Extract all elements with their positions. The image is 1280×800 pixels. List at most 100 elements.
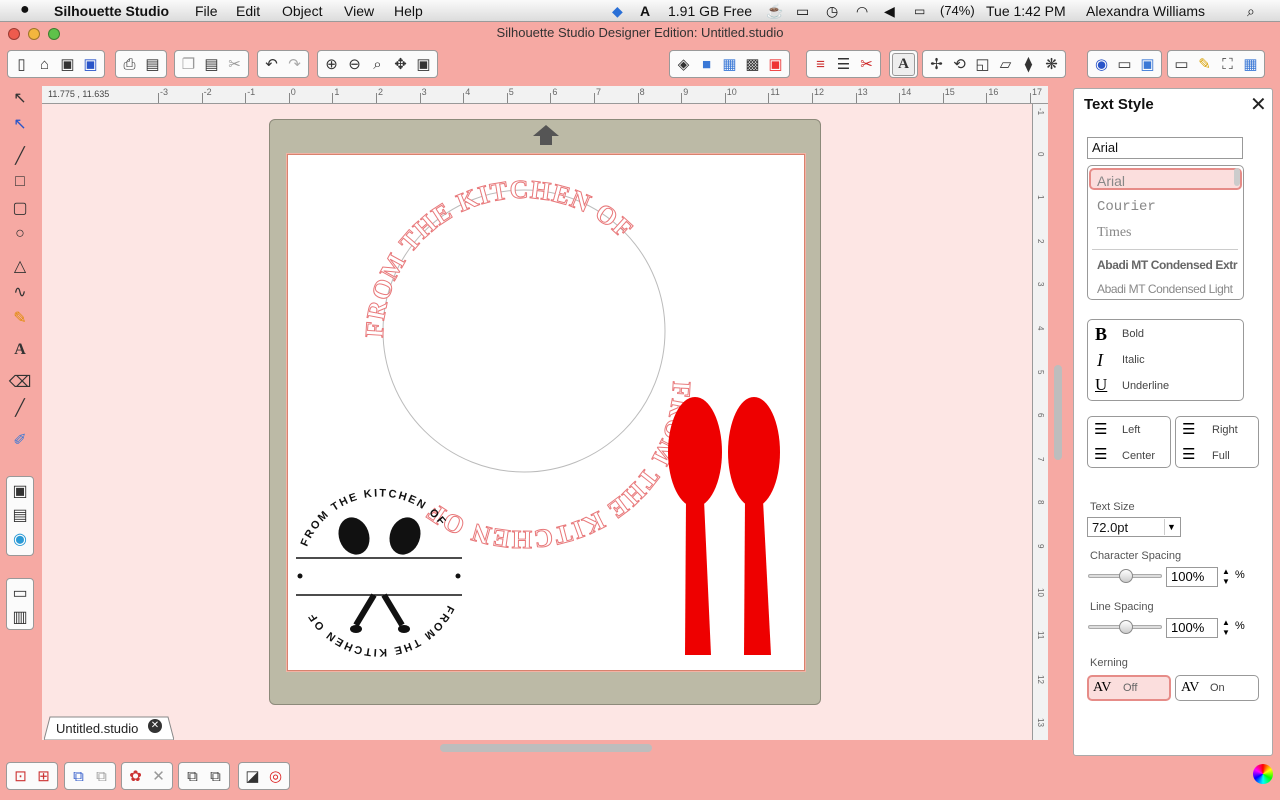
send-to-back-icon[interactable]: ⧉ [204,765,227,788]
menu-user[interactable]: Alexandra Williams [1086,3,1205,19]
horizontal-scrollbar[interactable] [440,744,652,752]
knife-tool-icon[interactable]: ╱ [7,396,33,420]
ellipse-tool-icon[interactable]: ○ [7,222,33,246]
send-to-cutter-icon[interactable]: ▤ [141,53,164,76]
fill-pattern-icon[interactable]: ▦ [718,53,741,76]
select-tool-icon[interactable]: ↖ [7,86,33,110]
coffee-icon[interactable]: ☕ [766,3,783,20]
zoom-out-icon[interactable]: ⊖ [343,53,366,76]
eyedropper-tool-icon[interactable]: ✐ [7,428,33,452]
library-icon[interactable]: ▤ [7,503,33,527]
release-compound-path-icon[interactable]: ⧉ [90,765,113,788]
mirror-icon[interactable]: ⧫ [1017,53,1040,76]
zoom-window-icon[interactable] [48,28,60,40]
online-store-icon[interactable]: ◉ [7,527,33,551]
zoom-select-icon[interactable]: ⌕ [366,53,389,76]
align-center-button[interactable]: Center [1122,450,1155,462]
undo-icon[interactable]: ↶ [260,53,283,76]
grid-icon[interactable]: ▦ [1239,53,1262,76]
font-item-courier[interactable]: Courier [1097,199,1156,215]
line-spacing-slider[interactable] [1088,620,1162,634]
line-weight-icon[interactable]: ☰ [832,53,855,76]
cut-settings-icon[interactable]: ✂ [855,53,878,76]
volume-icon[interactable]: ◀ [884,3,895,20]
curve-tool-icon[interactable]: ∿ [7,280,33,304]
shear-icon[interactable]: ▱ [994,53,1017,76]
bring-to-front-icon[interactable]: ⧉ [181,765,204,788]
offset-icon[interactable]: ▭ [1113,53,1136,76]
print-icon[interactable]: ⎙ [118,53,141,76]
ungroup-icon[interactable]: ⊞ [32,765,55,788]
rectangle-tool-icon[interactable]: □ [7,170,33,194]
font-item-abadi-extra[interactable]: Abadi MT Condensed Extr [1097,258,1238,272]
move-icon[interactable]: ✢ [925,53,948,76]
kerning-on-button[interactable]: AV On [1175,675,1259,701]
wifi-icon[interactable]: ◠ [856,3,868,20]
cut-mat-view-icon[interactable]: ▣ [7,479,33,503]
redo-icon[interactable]: ↷ [283,53,306,76]
rotate-icon[interactable]: ⟲ [948,53,971,76]
rounded-rectangle-tool-icon[interactable]: ▢ [7,196,33,220]
single-view-icon[interactable]: ▭ [7,581,33,605]
line-style-icon[interactable]: ▩ [741,53,764,76]
save-icon[interactable]: ▣ [56,53,79,76]
menu-clock[interactable]: Tue 1:42 PM [986,3,1066,19]
free-memory-text[interactable]: 1.91 GB Free [668,3,752,19]
dropbox-icon[interactable]: ◆ [612,3,623,20]
minimize-window-icon[interactable] [28,28,40,40]
menu-object[interactable]: Object [282,3,322,19]
document-tab[interactable]: Untitled.studio ✕ [44,716,174,740]
split-view-icon[interactable]: ▥ [7,605,33,629]
arc-text-top[interactable]: FROM THE KITCHEN OF [359,174,639,339]
line-spacing-stepper-icon[interactable]: ▲ ▼ [1222,618,1230,638]
new-document-icon[interactable]: ▯ [10,53,33,76]
character-spacing-slider-knob[interactable] [1119,569,1133,583]
font-menu-icon[interactable]: A [640,3,650,19]
layers-icon[interactable]: ▣ [1136,53,1159,76]
line-color-icon[interactable]: ▣ [764,53,787,76]
paste-icon[interactable]: ▤ [200,53,223,76]
pan-icon[interactable]: ✥ [389,53,412,76]
kitchen-emblem[interactable]: FROM THE KITCHEN OF FROM THE KITCHEN OF [296,487,462,658]
menu-edit[interactable]: Edit [236,3,260,19]
text-style-icon[interactable]: A [892,52,915,76]
freehand-tool-icon[interactable]: ✎ [7,306,33,330]
line-spacing-input[interactable]: 100% [1166,618,1218,638]
spotlight-search-icon[interactable]: ⌕ [1247,3,1255,20]
menu-app-name[interactable]: Silhouette Studio [54,3,169,19]
group-icon[interactable]: ⊡ [9,765,32,788]
font-item-abadi-light[interactable]: Abadi MT Condensed Light [1097,282,1233,296]
cut-icon[interactable]: ✂ [223,53,246,76]
polygon-tool-icon[interactable]: △ [7,254,33,278]
delete-icon[interactable]: ✕ [147,765,170,788]
menu-help[interactable]: Help [394,3,423,19]
character-spacing-stepper-icon[interactable]: ▲ ▼ [1222,567,1230,587]
red-spoon-left[interactable] [668,397,722,655]
point-edit-tool-icon[interactable]: ↖ [7,112,33,136]
menu-file[interactable]: File [195,3,218,19]
line-spacing-slider-knob[interactable] [1119,620,1133,634]
bold-button[interactable]: Bold [1122,328,1144,340]
apple-icon[interactable]: ● [20,1,30,19]
make-compound-path-icon[interactable]: ⧉ [67,765,90,788]
character-spacing-input[interactable]: 100% [1166,567,1218,587]
design-canvas[interactable]: 11.775 , 11.635 -3 -2 -1 0 1 2 3 4 5 6 7 8 9 10 11 12 13… [42,86,1048,740]
line-color-bars-icon[interactable]: ≡ [809,53,832,76]
font-list-scrollbar[interactable] [1234,168,1240,186]
red-spoon-right[interactable] [728,397,780,655]
scale-icon[interactable]: ◱ [971,53,994,76]
text-tool-icon[interactable]: A [7,338,33,362]
close-panel-icon[interactable]: ✕ [1250,92,1267,117]
kerning-off-button[interactable]: AV Off [1087,675,1171,701]
close-tab-icon[interactable]: ✕ [148,719,162,733]
vertical-scrollbar[interactable] [1054,365,1062,460]
align-right-button[interactable]: Right [1212,424,1238,436]
weld-icon[interactable]: ✿ [124,765,147,788]
align-full-button[interactable]: Full [1212,450,1230,462]
fit-to-page-icon[interactable]: ▣ [412,53,435,76]
display-icon[interactable]: ▭ [796,3,809,20]
copy-icon[interactable]: ❐ [177,53,200,76]
trace-icon[interactable]: ◉ [1090,53,1113,76]
color-wheel-icon[interactable] [1253,764,1273,784]
time-machine-icon[interactable]: ◷ [826,3,838,20]
